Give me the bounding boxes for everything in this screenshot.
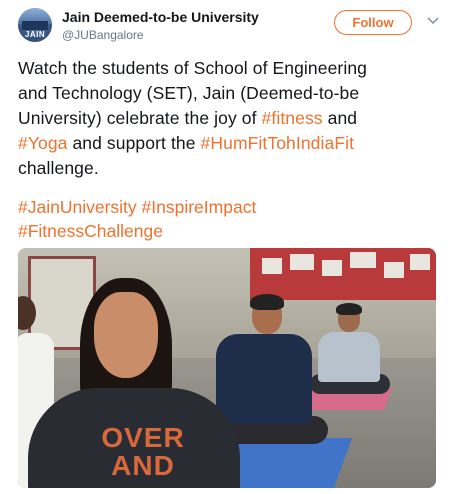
avatar-brand-text: JAIN xyxy=(24,30,46,39)
hashtag-link[interactable]: #Yoga xyxy=(18,133,68,153)
shirt-print: OVER AND xyxy=(88,424,198,480)
tweet-card: JAIN Jain Deemed-to-be University @JUBan… xyxy=(0,0,453,494)
hashtag-link[interactable]: #InspireImpact xyxy=(142,197,257,217)
chevron-down-icon[interactable] xyxy=(424,12,442,30)
image-person xyxy=(336,303,362,315)
hashtag-link[interactable]: #HumFitTohIndiaFit xyxy=(201,133,355,153)
image-person xyxy=(94,292,158,378)
avatar-building xyxy=(22,21,48,30)
shirt-print-line: AND xyxy=(111,450,175,481)
account-handle[interactable]: @JUBangalore xyxy=(62,28,144,42)
tweet-text-segment: University) celebrate the joy of xyxy=(18,108,262,128)
hashtag-list: #JainUniversity #InspireImpact #FitnessC… xyxy=(18,195,436,243)
tweet-line: challenge. xyxy=(18,158,99,178)
tweet-line: #Yoga and support the #HumFitTohIndiaFit xyxy=(18,131,436,156)
image-person xyxy=(318,332,380,382)
image-person xyxy=(216,334,312,424)
display-name[interactable]: Jain Deemed-to-be University xyxy=(62,9,259,25)
avatar[interactable]: JAIN xyxy=(18,8,52,42)
hashtag-link[interactable]: #JainUniversity xyxy=(18,197,137,217)
image-person xyxy=(250,294,284,310)
shirt-print-line: OVER xyxy=(101,422,185,453)
hashtag-link[interactable]: #FitnessChallenge xyxy=(18,221,163,241)
tweet-media-image[interactable]: OVER AND xyxy=(18,248,436,488)
tweet-text-segment: and support the xyxy=(67,133,201,153)
image-notice-board xyxy=(250,248,436,300)
tweet-line: and Technology (SET), Jain (Deemed-to-be xyxy=(18,83,360,103)
follow-button[interactable]: Follow xyxy=(334,10,412,35)
tweet-line: Watch the students of School of Engineer… xyxy=(18,58,368,78)
tweet-line: University) celebrate the joy of #fitnes… xyxy=(18,106,436,131)
hashtag-link[interactable]: #fitness xyxy=(262,108,323,128)
tweet-text: Watch the students of School of Engineer… xyxy=(18,56,436,181)
tweet-text-segment: and xyxy=(322,108,358,128)
